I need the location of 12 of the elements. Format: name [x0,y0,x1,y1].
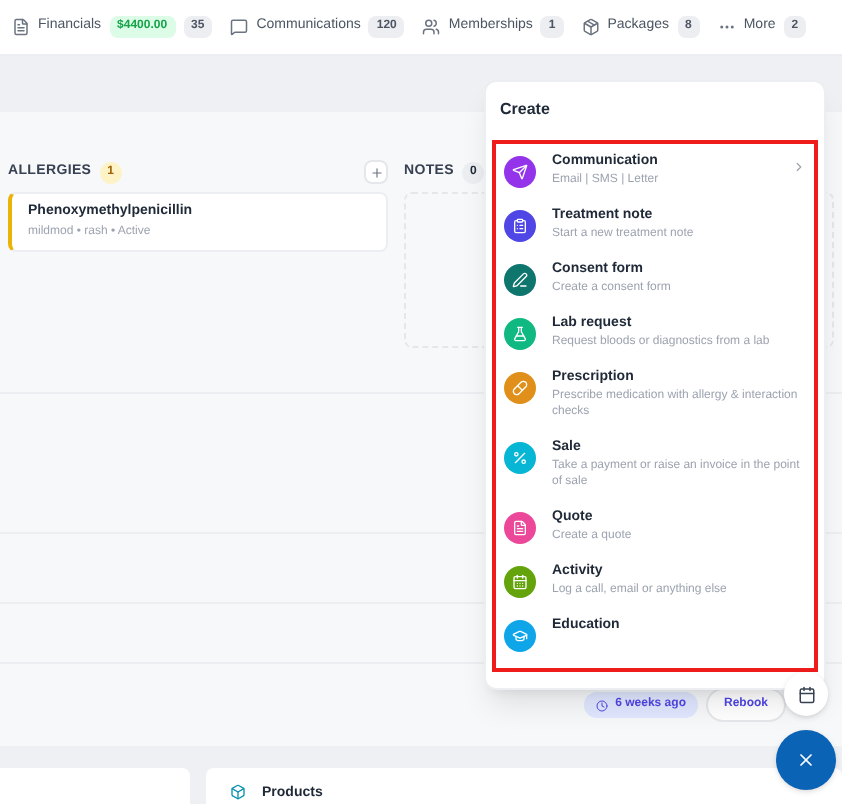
menu-title: Create [498,98,552,122]
tab-icon [581,18,600,36]
close-icon [796,750,816,770]
tab-icon [12,18,30,36]
calendar-button[interactable] [784,672,828,716]
tab-icon [230,18,249,36]
calendar-icon [797,685,815,703]
tab-icon [422,18,441,36]
close-button[interactable] [776,730,836,790]
cube-icon [230,784,246,800]
chevron-icon [792,160,806,174]
plus-icon [369,165,383,179]
